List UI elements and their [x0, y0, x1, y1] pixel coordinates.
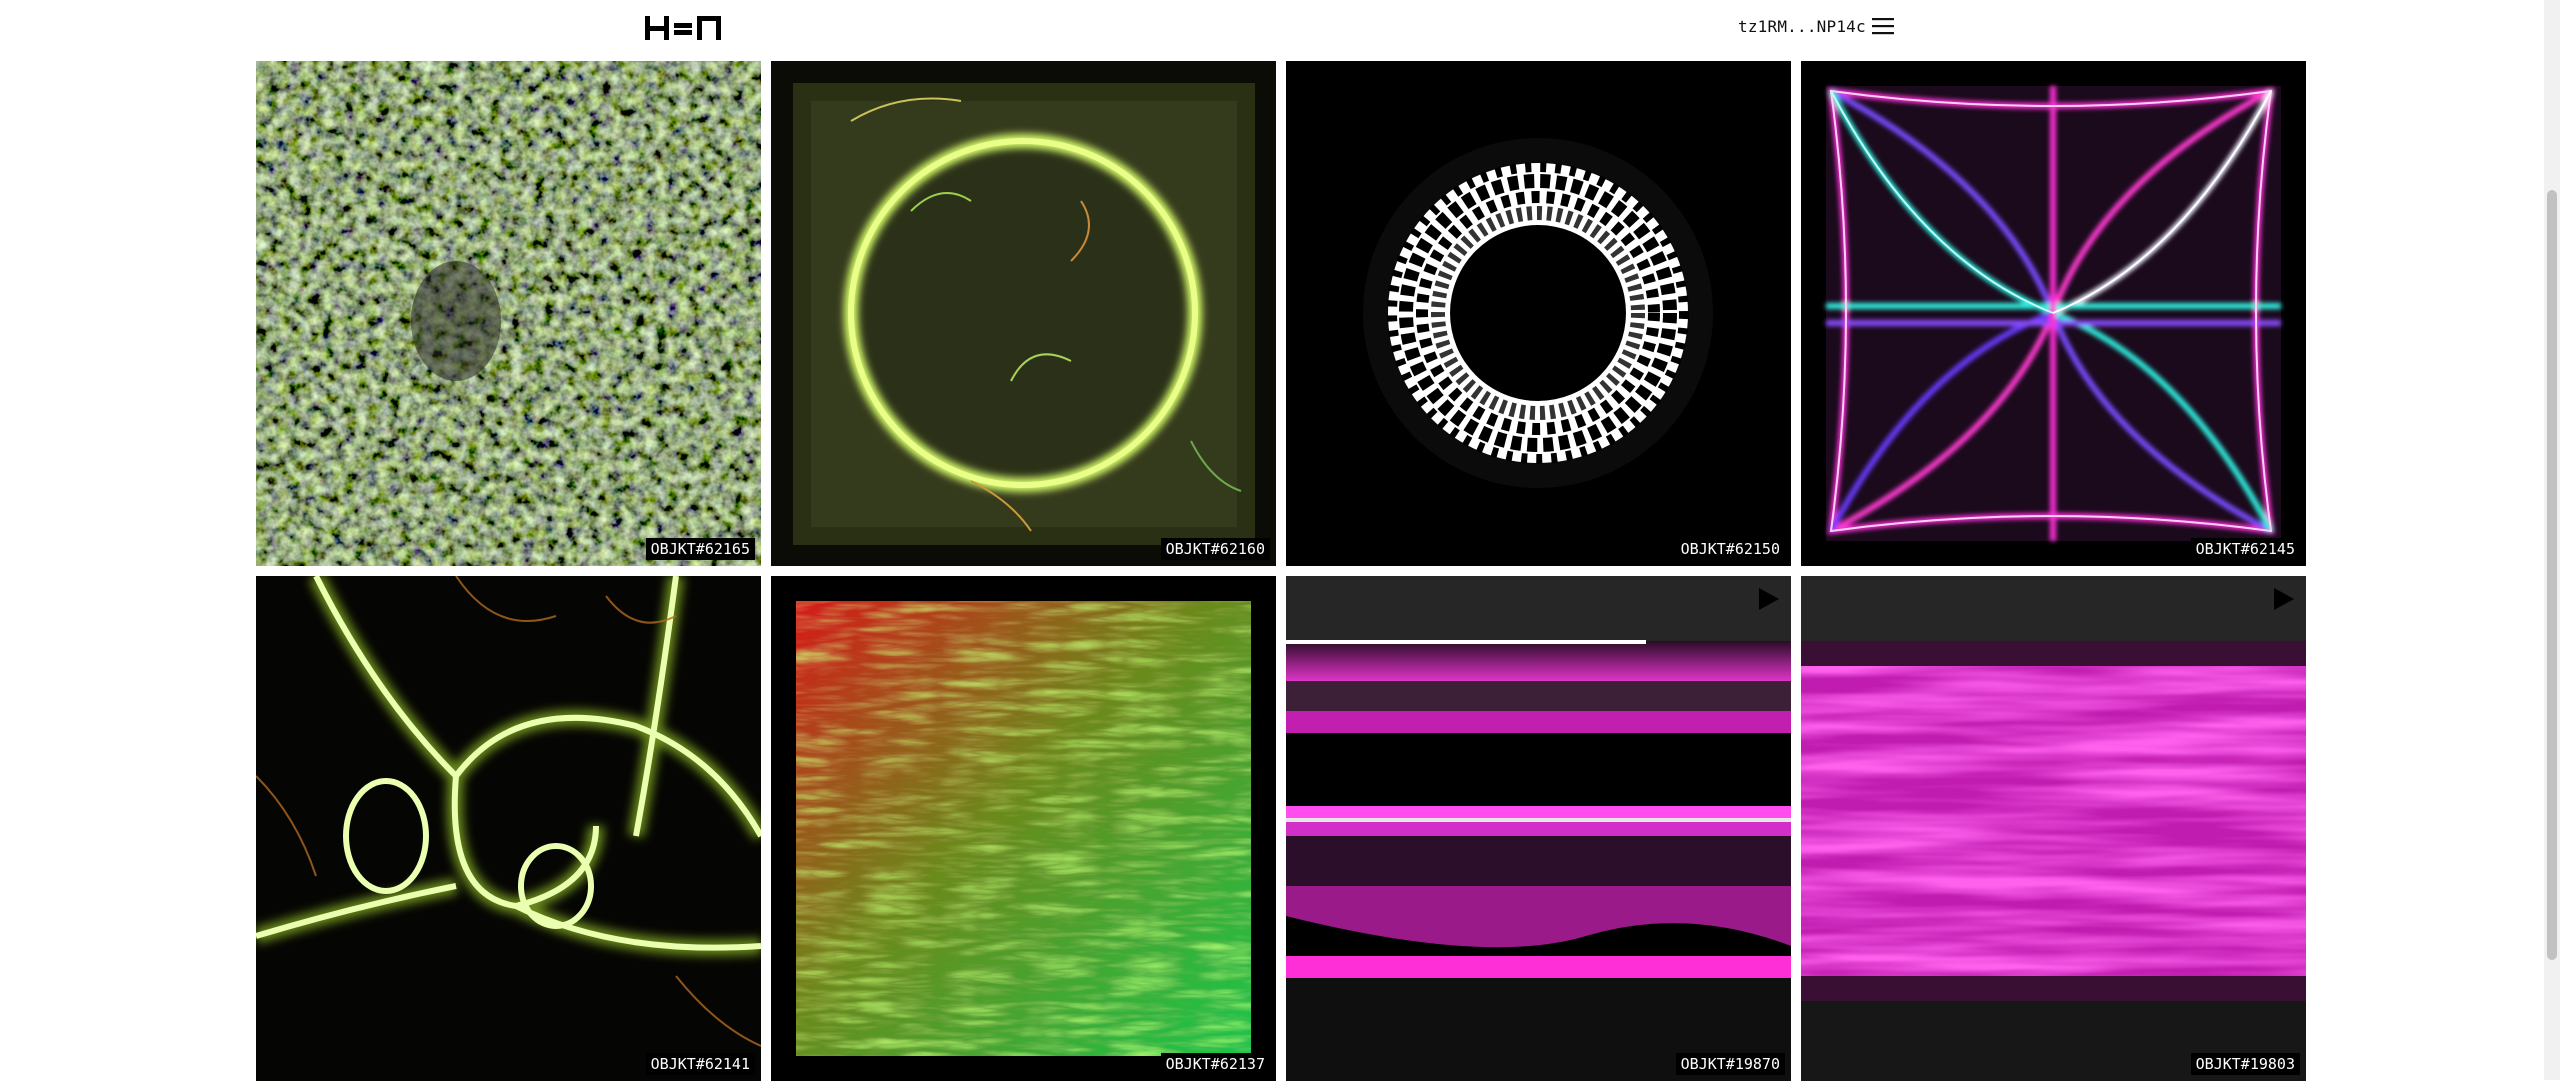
objkt-id-label: OBJKT#19870 [1675, 1053, 1785, 1075]
gallery-item[interactable]: OBJKT#62137 [771, 576, 1276, 1081]
objkt-id-label: OBJKT#19803 [2190, 1053, 2300, 1075]
play-icon[interactable] [1755, 586, 1781, 612]
page-scrollbar-thumb[interactable] [2547, 190, 2557, 960]
objkt-id-label: OBJKT#62165 [645, 538, 755, 560]
gallery-item[interactable]: OBJKT#62160 [771, 61, 1276, 566]
gallery-item[interactable]: OBJKT#19870 [1286, 576, 1791, 1081]
gallery-item[interactable]: OBJKT#62165 [256, 61, 761, 566]
video-thumbnail [1801, 576, 2306, 1081]
gallery-item[interactable]: OBJKT#62145 [1801, 61, 2306, 566]
artwork-thumbnail [771, 61, 1276, 566]
artwork-thumbnail [256, 576, 761, 1081]
top-header: tz1RM...NP14c [0, 0, 2560, 56]
video-thumbnail [1286, 576, 1791, 1081]
play-icon[interactable] [2270, 586, 2296, 612]
artwork-thumbnail [1801, 61, 2306, 566]
hamburger-menu-icon[interactable] [1872, 17, 1894, 35]
gallery-item[interactable]: OBJKT#19803 [1801, 576, 2306, 1081]
gallery-item[interactable]: OBJKT#62141 [256, 576, 761, 1081]
objkt-id-label: OBJKT#62137 [1160, 1053, 1270, 1075]
gallery-item[interactable]: OBJKT#62150 [1286, 61, 1791, 566]
artwork-thumbnail [771, 576, 1276, 1081]
objkt-id-label: OBJKT#62160 [1160, 538, 1270, 560]
objkt-id-label: OBJKT#62145 [2190, 538, 2300, 560]
artwork-thumbnail [256, 61, 761, 566]
objkt-id-label: OBJKT#62150 [1675, 538, 1785, 560]
wallet-address-link[interactable]: tz1RM...NP14c [1738, 17, 1866, 36]
artwork-thumbnail [1286, 61, 1791, 566]
objkt-id-label: OBJKT#62141 [645, 1053, 755, 1075]
hen-logo-icon[interactable] [645, 16, 721, 40]
